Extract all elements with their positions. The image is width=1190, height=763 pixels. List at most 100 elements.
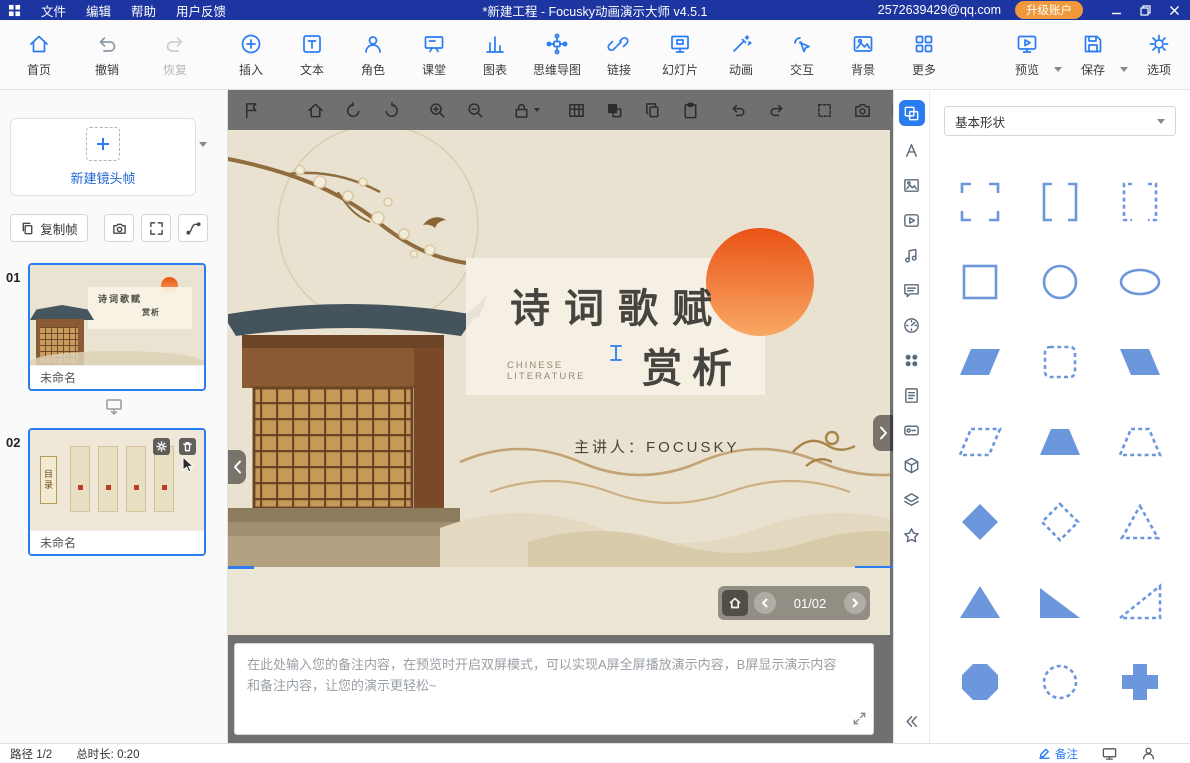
- screenshot-frame-button[interactable]: [104, 214, 134, 242]
- insert-button[interactable]: 插入: [228, 32, 274, 78]
- zoom-out-icon[interactable]: [466, 101, 485, 120]
- notes-input[interactable]: [235, 644, 873, 734]
- mindmap-button[interactable]: 思维导图: [533, 32, 581, 78]
- shape-right-triangle[interactable]: [1030, 572, 1090, 632]
- redo-button[interactable]: 恢复: [152, 32, 198, 78]
- nav-home-button[interactable]: [722, 590, 748, 616]
- character-button[interactable]: 角色: [350, 32, 396, 78]
- rotate-left-icon[interactable]: [344, 101, 363, 120]
- snapshot-icon[interactable]: [853, 101, 872, 120]
- home-button[interactable]: 首页: [16, 32, 62, 78]
- slide-thumbnail-1[interactable]: 诗词歌赋 赏析: [30, 265, 204, 365]
- animation-button[interactable]: 动画: [718, 32, 764, 78]
- select-region-icon[interactable]: [815, 101, 834, 120]
- zoom-in-icon[interactable]: [428, 101, 447, 120]
- text-button[interactable]: 文本: [289, 32, 335, 78]
- support-icon[interactable]: [1141, 746, 1156, 761]
- upgrade-account-button[interactable]: 升级账户: [1015, 1, 1083, 19]
- flag-icon[interactable]: [242, 101, 261, 120]
- undo-button[interactable]: 撤销: [84, 32, 130, 78]
- rotate-right-icon[interactable]: [382, 101, 401, 120]
- expand-right-panel-tab[interactable]: [873, 415, 893, 451]
- new-frame-button[interactable]: 新建镜头帧: [10, 118, 196, 196]
- notes-expand-icon[interactable]: [852, 711, 867, 726]
- shapes-tool[interactable]: [899, 100, 925, 126]
- slide-item-2[interactable]: 目录 未命名: [28, 428, 206, 556]
- slides-button[interactable]: 幻灯片: [657, 32, 703, 78]
- shape-diamond[interactable]: [950, 492, 1010, 552]
- chart-button[interactable]: 图表: [472, 32, 518, 78]
- background-button[interactable]: 背景: [840, 32, 886, 78]
- shape-dashed-rounded-square[interactable]: [1030, 332, 1090, 392]
- new-frame-dropdown-icon[interactable]: [199, 142, 207, 147]
- save-dropdown-icon[interactable]: [1120, 67, 1128, 72]
- canvas-workspace[interactable]: 诗词歌赋 赏析 CHINESE LITERATURE 主讲人：FOCUSKY 0…: [228, 90, 893, 744]
- shape-ellipse[interactable]: [1110, 252, 1170, 312]
- shape-dashed-circle[interactable]: [1030, 652, 1090, 712]
- options-button[interactable]: 选项: [1136, 32, 1182, 78]
- comment-tool[interactable]: [901, 279, 923, 301]
- shape-category-dropdown[interactable]: 基本形状: [944, 106, 1176, 136]
- shape-bracket-frame[interactable]: [1030, 172, 1090, 232]
- shape-parallelogram-left[interactable]: [1110, 332, 1170, 392]
- paste-icon[interactable]: [681, 101, 700, 120]
- preview-button[interactable]: 预览: [1004, 32, 1050, 78]
- minimize-icon[interactable]: [1111, 5, 1122, 16]
- video-tool[interactable]: [901, 209, 923, 231]
- image-tool[interactable]: [901, 174, 923, 196]
- collapse-panel-button[interactable]: [901, 710, 923, 732]
- shape-circle[interactable]: [1030, 252, 1090, 312]
- widget-tool[interactable]: [901, 419, 923, 441]
- insert-frame-between-icon[interactable]: [104, 398, 124, 416]
- menu-edit[interactable]: 编辑: [76, 1, 121, 20]
- text-tool[interactable]: [901, 139, 923, 161]
- restore-icon[interactable]: [1140, 5, 1151, 16]
- dual-screen-icon[interactable]: [1102, 746, 1117, 761]
- interaction-button[interactable]: 交互: [779, 32, 825, 78]
- shape-triangle[interactable]: [950, 572, 1010, 632]
- shape-cross[interactable]: [1110, 652, 1170, 712]
- effects-tool[interactable]: [901, 454, 923, 476]
- shape-corner-frame[interactable]: [950, 172, 1010, 232]
- shape-dashed-trapezoid[interactable]: [1110, 412, 1170, 472]
- shape-dashed-parallelogram[interactable]: [950, 412, 1010, 472]
- apps-tool[interactable]: [901, 349, 923, 371]
- canvas-undo-icon[interactable]: [729, 101, 748, 120]
- favorites-tool[interactable]: [901, 524, 923, 546]
- prev-frame-button[interactable]: [754, 592, 776, 614]
- close-icon[interactable]: [1169, 5, 1180, 16]
- table-icon[interactable]: [567, 101, 586, 120]
- template-tool[interactable]: [901, 384, 923, 406]
- slide-item-1[interactable]: 诗词歌赋 赏析 未命名: [28, 263, 206, 391]
- music-tool[interactable]: [901, 244, 923, 266]
- shape-dashed-bracket-frame[interactable]: [1110, 172, 1170, 232]
- slide-stage[interactable]: 诗词歌赋 赏析 CHINESE LITERATURE 主讲人：FOCUSKY: [228, 130, 890, 635]
- next-frame-button[interactable]: [844, 592, 866, 614]
- preview-dropdown-icon[interactable]: [1054, 67, 1062, 72]
- lock-button[interactable]: [512, 101, 540, 120]
- more-button[interactable]: 更多: [901, 32, 947, 78]
- slide-title2-text[interactable]: 赏析: [642, 336, 742, 394]
- shape-trapezoid[interactable]: [1030, 412, 1090, 472]
- menu-help[interactable]: 帮助: [121, 1, 166, 20]
- bring-front-icon[interactable]: [605, 101, 624, 120]
- slide-title-text[interactable]: 诗词歌赋: [510, 276, 726, 334]
- canvas-redo-icon[interactable]: [767, 101, 786, 120]
- slide-thumbnail-2[interactable]: 目录: [30, 430, 204, 530]
- expand-frames-button[interactable]: [141, 214, 171, 242]
- notes-toggle-button[interactable]: 备注: [1038, 746, 1078, 762]
- shape-dashed-right-triangle[interactable]: [1110, 572, 1170, 632]
- slide-speaker-text[interactable]: 主讲人：FOCUSKY: [574, 436, 740, 457]
- layers-tool[interactable]: [901, 489, 923, 511]
- account-email[interactable]: 2572639429@qq.com: [878, 3, 1001, 17]
- menu-feedback[interactable]: 用户反馈: [166, 1, 236, 20]
- shape-parallelogram[interactable]: [950, 332, 1010, 392]
- copy-object-icon[interactable]: [643, 101, 662, 120]
- shape-dashed-triangle[interactable]: [1110, 492, 1170, 552]
- classroom-button[interactable]: 课堂: [411, 32, 457, 78]
- slide-subtitle-text[interactable]: CHINESE LITERATURE: [507, 360, 583, 382]
- copy-frame-button[interactable]: 复制帧: [10, 214, 88, 242]
- shape-square[interactable]: [950, 252, 1010, 312]
- shape-dashed-diamond[interactable]: [1030, 492, 1090, 552]
- slide-delete-icon[interactable]: [179, 438, 196, 455]
